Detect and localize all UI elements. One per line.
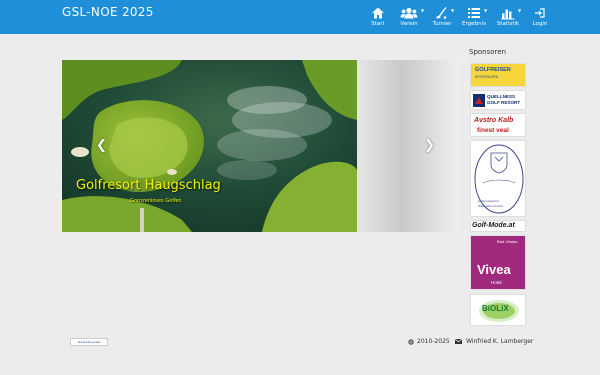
sponsor-biolix-name: BiOLiX bbox=[482, 304, 509, 313]
home-icon bbox=[372, 7, 384, 19]
sponsor-avstro-kalb[interactable]: Avstro Kalb finest veal bbox=[470, 113, 526, 137]
sponsor-biolix[interactable]: BiOLiX bbox=[470, 294, 526, 326]
image-carousel: ❮ ❯ Golfresort Haugschlag Grenzenloses G… bbox=[62, 60, 457, 232]
sponsor-golfreisen[interactable]: GOLFREISEN SPORTALPEN bbox=[470, 63, 526, 87]
sponsor-vivea-name: Vivea bbox=[477, 262, 511, 277]
envelope-icon bbox=[455, 339, 462, 344]
sponsor-vivea[interactable]: Bad Vöslau Vivea Hotel bbox=[470, 235, 526, 290]
sponsors-heading: Sponsoren bbox=[469, 48, 507, 56]
sponsor-hohenmaierhof[interactable]: Hohenmaierhof Waldviertel Austria bbox=[470, 140, 526, 217]
nav-statistik[interactable]: ▼ Statistik bbox=[490, 6, 526, 32]
sponsor-vivea-tagline: Bad Vöslau bbox=[497, 239, 518, 244]
sponsor-quellness-name: QUELLNESS bbox=[487, 94, 516, 99]
login-icon bbox=[535, 8, 545, 18]
footer-copyright: 2010-2025 bbox=[408, 338, 450, 345]
carousel-next-slide-preview bbox=[357, 60, 457, 232]
sponsor-hohenmaierhof-name: Hohenmaierhof bbox=[478, 199, 499, 203]
nav-statistik-label: Statistik bbox=[496, 21, 520, 27]
sponsor-golf-mode[interactable]: Golf-Mode.at bbox=[470, 220, 526, 232]
footer-press-badge[interactable]: www.hbv.press bbox=[70, 338, 108, 346]
app-title[interactable]: GSL-NOE 2025 bbox=[62, 5, 154, 19]
nav-turnier[interactable]: ▼ Turnier bbox=[424, 6, 460, 32]
chevron-down-icon: ▼ bbox=[518, 8, 522, 13]
sponsor-golf-mode-name: Golf-Mode.at bbox=[472, 222, 515, 229]
nav-verein[interactable]: ▼ Verein bbox=[391, 6, 427, 32]
nav-turnier-label: Turnier bbox=[432, 21, 452, 27]
list-icon bbox=[468, 8, 480, 18]
sponsor-quellness-tagline: GOLF RESORT bbox=[487, 100, 521, 105]
nav-login-label: Login bbox=[532, 21, 548, 27]
slide-caption-title: Golfresort Haugschlag bbox=[76, 178, 221, 193]
sponsor-vivea-sub: Hotel bbox=[491, 280, 502, 285]
bar-chart-icon bbox=[501, 9, 515, 20]
quellness-logo-icon bbox=[473, 94, 485, 107]
sponsor-hohenmaierhof-tagline: Waldviertel Austria bbox=[478, 204, 503, 208]
copyright-icon bbox=[408, 338, 414, 345]
golf-club-icon bbox=[436, 7, 447, 19]
slide-caption-subtitle: Grenzenloses Golfen bbox=[130, 198, 182, 204]
footer-copyright-text: 2010-2025 bbox=[417, 338, 450, 345]
footer-author-name: Winfried K. Lamberger bbox=[466, 338, 534, 345]
sponsor-avstro-kalb-name: Avstro Kalb bbox=[474, 117, 514, 124]
users-icon bbox=[400, 7, 418, 19]
top-navbar: GSL-NOE 2025 Start ▼ Verein ▼ Turnier ▼ … bbox=[0, 0, 600, 34]
nav-ergebnis-label: Ergebnis bbox=[462, 21, 486, 27]
sponsor-quellness[interactable]: QUELLNESS GOLF RESORT bbox=[470, 90, 526, 110]
nav-ergebnis[interactable]: ▼ Ergebnis bbox=[456, 6, 492, 32]
sponsor-golfreisen-name: GOLFREISEN bbox=[475, 67, 511, 73]
nav-verein-label: Verein bbox=[400, 21, 418, 27]
chevron-down-icon: ▼ bbox=[451, 8, 455, 13]
sponsor-avstro-kalb-tagline: finest veal bbox=[477, 127, 509, 134]
footer-author[interactable]: Winfried K. Lamberger bbox=[455, 338, 533, 345]
nav-login[interactable]: Login bbox=[522, 6, 558, 32]
carousel-prev-button[interactable]: ❮ bbox=[96, 138, 107, 153]
chevron-down-icon: ▼ bbox=[484, 8, 488, 13]
sponsor-golfreisen-tagline: SPORTALPEN bbox=[475, 75, 499, 79]
carousel-next-button[interactable]: ❯ bbox=[424, 138, 435, 153]
